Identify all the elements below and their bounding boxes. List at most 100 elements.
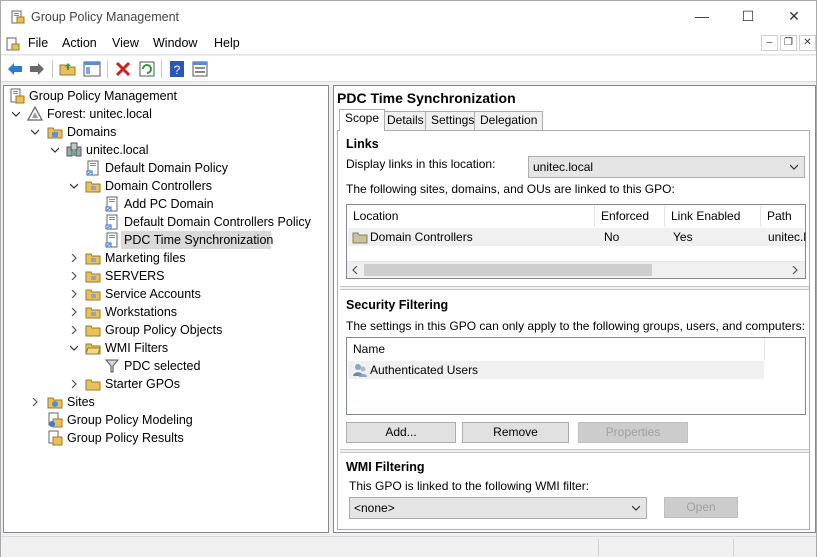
tree-node-add-pc-domain[interactable]: Add PC Domain bbox=[7, 195, 247, 213]
column-header-enforced[interactable]: Enforced bbox=[595, 205, 665, 227]
close-button[interactable]: ✕ bbox=[771, 1, 817, 32]
forward-arrow-icon[interactable] bbox=[28, 60, 46, 78]
tree-node-forest[interactable]: Forest: unitec.local bbox=[7, 105, 207, 123]
tree-node-sites[interactable]: Sites bbox=[7, 393, 247, 411]
chevron-right-icon[interactable] bbox=[70, 326, 78, 334]
links-list[interactable]: Location Enforced Link Enabled Path Doma… bbox=[346, 204, 806, 279]
chevron-down-icon[interactable] bbox=[70, 182, 78, 190]
tree-node-domain-controllers[interactable]: Domain Controllers bbox=[7, 177, 247, 195]
tree-label: Group Policy Results bbox=[67, 431, 184, 445]
chevron-right-icon[interactable] bbox=[70, 290, 78, 298]
tree-label: Group Policy Objects bbox=[105, 323, 223, 337]
tree-label: Domains bbox=[67, 125, 117, 139]
tab-delegation[interactable]: Delegation bbox=[474, 111, 544, 130]
toolbar: ? bbox=[1, 56, 816, 82]
menu-file[interactable]: File bbox=[28, 36, 48, 50]
menu-window[interactable]: Window bbox=[153, 36, 197, 50]
refresh-icon[interactable] bbox=[138, 60, 156, 78]
gp-modeling-icon bbox=[48, 412, 63, 428]
cell-name: Authenticated Users bbox=[370, 363, 479, 377]
minimize-button[interactable]: — bbox=[679, 1, 725, 32]
domain-icon bbox=[66, 142, 82, 157]
tree-node-domain[interactable]: unitec.local bbox=[7, 141, 207, 159]
tree-node-pdc-time-sync[interactable]: PDC Time Synchronization bbox=[7, 231, 317, 249]
properties-icon[interactable] bbox=[191, 60, 209, 78]
column-header-path[interactable]: Path bbox=[761, 205, 805, 227]
scroll-right-icon[interactable] bbox=[791, 266, 799, 274]
horizontal-scrollbar[interactable] bbox=[347, 261, 805, 278]
chevron-right-icon[interactable] bbox=[70, 380, 78, 388]
status-divider bbox=[598, 539, 599, 556]
open-folder-icon bbox=[85, 343, 101, 355]
tree-node-modeling[interactable]: Group Policy Modeling bbox=[7, 411, 247, 429]
properties-button[interactable]: Properties bbox=[578, 422, 688, 443]
show-hide-console-tree-icon[interactable] bbox=[83, 60, 101, 78]
tree-node-workstations[interactable]: Workstations bbox=[7, 303, 247, 321]
list-item[interactable]: Authenticated Users bbox=[348, 361, 764, 379]
mdi-child-icon[interactable] bbox=[5, 36, 21, 52]
mdi-close-button[interactable]: ✕ bbox=[799, 35, 816, 51]
scrollbar-thumb[interactable] bbox=[364, 264, 652, 276]
menu-action[interactable]: Action bbox=[62, 36, 97, 50]
console-tree[interactable]: Group Policy Management Forest: unitec.l… bbox=[3, 85, 329, 533]
tree-node-wmi-filters[interactable]: WMI Filters bbox=[7, 339, 247, 357]
open-button[interactable]: Open bbox=[664, 497, 738, 518]
tab-details[interactable]: Details bbox=[381, 111, 430, 130]
tree-node-domains[interactable]: Domains bbox=[7, 123, 207, 141]
chevron-down-icon[interactable] bbox=[51, 146, 59, 154]
display-links-label: Display links in this location: bbox=[346, 157, 496, 171]
column-header-link-enabled[interactable]: Link Enabled bbox=[665, 205, 761, 227]
security-filtering-list[interactable]: Name Authenticated Users bbox=[346, 337, 806, 415]
delete-icon[interactable] bbox=[114, 60, 132, 78]
title-bar: Group Policy Management — ☐ ✕ bbox=[1, 1, 816, 32]
chevron-right-icon[interactable] bbox=[70, 254, 78, 262]
tab-settings[interactable]: Settings bbox=[425, 111, 481, 130]
cell-link-enabled: Yes bbox=[673, 230, 693, 244]
tree-label: Add PC Domain bbox=[124, 197, 214, 211]
scroll-left-icon[interactable] bbox=[351, 266, 359, 274]
table-row[interactable]: Domain Controllers No Yes unitec.l bbox=[348, 228, 807, 246]
remove-button[interactable]: Remove bbox=[462, 422, 569, 443]
menu-view[interactable]: View bbox=[112, 36, 139, 50]
tree-node-starter-gpos[interactable]: Starter GPOs bbox=[7, 375, 247, 393]
tree-node-pdc-selected[interactable]: PDC selected bbox=[7, 357, 247, 375]
chevron-down-icon[interactable] bbox=[12, 110, 20, 118]
back-arrow-icon[interactable] bbox=[6, 60, 24, 78]
tree-label: Marketing files bbox=[105, 251, 186, 265]
location-dropdown[interactable]: unitec.local bbox=[528, 156, 805, 178]
column-header-location[interactable]: Location bbox=[347, 205, 595, 227]
mdi-restore-button[interactable]: ❐ bbox=[780, 35, 797, 51]
tree-node-default-domain-policy[interactable]: Default Domain Policy bbox=[7, 159, 247, 177]
tree-node-root[interactable]: Group Policy Management bbox=[7, 87, 207, 105]
chevron-right-icon[interactable] bbox=[70, 308, 78, 316]
wmi-filter-dropdown[interactable]: <none> bbox=[349, 497, 647, 519]
chevron-right-icon[interactable] bbox=[70, 272, 78, 280]
menu-help[interactable]: Help bbox=[214, 36, 240, 50]
tab-scope[interactable]: Scope bbox=[339, 109, 386, 131]
chevron-down-icon bbox=[632, 505, 640, 511]
up-folder-icon[interactable] bbox=[59, 60, 77, 78]
tree-node-gpo-container[interactable]: Group Policy Objects bbox=[7, 321, 247, 339]
help-icon[interactable]: ? bbox=[168, 60, 186, 78]
tree-node-default-dc-policy[interactable]: Default Domain Controllers Policy bbox=[7, 213, 317, 231]
menu-bar: File Action View Window Help – ❐ ✕ bbox=[1, 32, 816, 55]
tree-node-results[interactable]: Group Policy Results bbox=[7, 429, 247, 447]
section-splitter[interactable] bbox=[340, 286, 809, 290]
tree-node-servers[interactable]: SERVERS bbox=[7, 267, 247, 285]
wmi-filtering-heading: WMI Filtering bbox=[346, 460, 425, 474]
cell-path: unitec.l bbox=[768, 230, 807, 244]
wmi-filtering-description: This GPO is linked to the following WMI … bbox=[349, 479, 590, 493]
chevron-down-icon[interactable] bbox=[31, 128, 39, 136]
chevron-right-icon[interactable] bbox=[31, 398, 39, 406]
add-button[interactable]: Add... bbox=[346, 422, 456, 443]
forest-icon bbox=[27, 106, 43, 121]
tree-node-marketing-files[interactable]: Marketing files bbox=[7, 249, 247, 267]
chevron-down-icon[interactable] bbox=[70, 344, 78, 352]
tree-label: PDC Time Synchronization bbox=[124, 233, 274, 247]
cell-enforced: No bbox=[604, 230, 620, 244]
mdi-minimize-button[interactable]: – bbox=[761, 35, 778, 51]
column-header-name[interactable]: Name bbox=[347, 338, 765, 360]
maximize-button[interactable]: ☐ bbox=[725, 1, 771, 32]
section-splitter[interactable] bbox=[340, 449, 809, 453]
tree-node-service-accounts[interactable]: Service Accounts bbox=[7, 285, 247, 303]
